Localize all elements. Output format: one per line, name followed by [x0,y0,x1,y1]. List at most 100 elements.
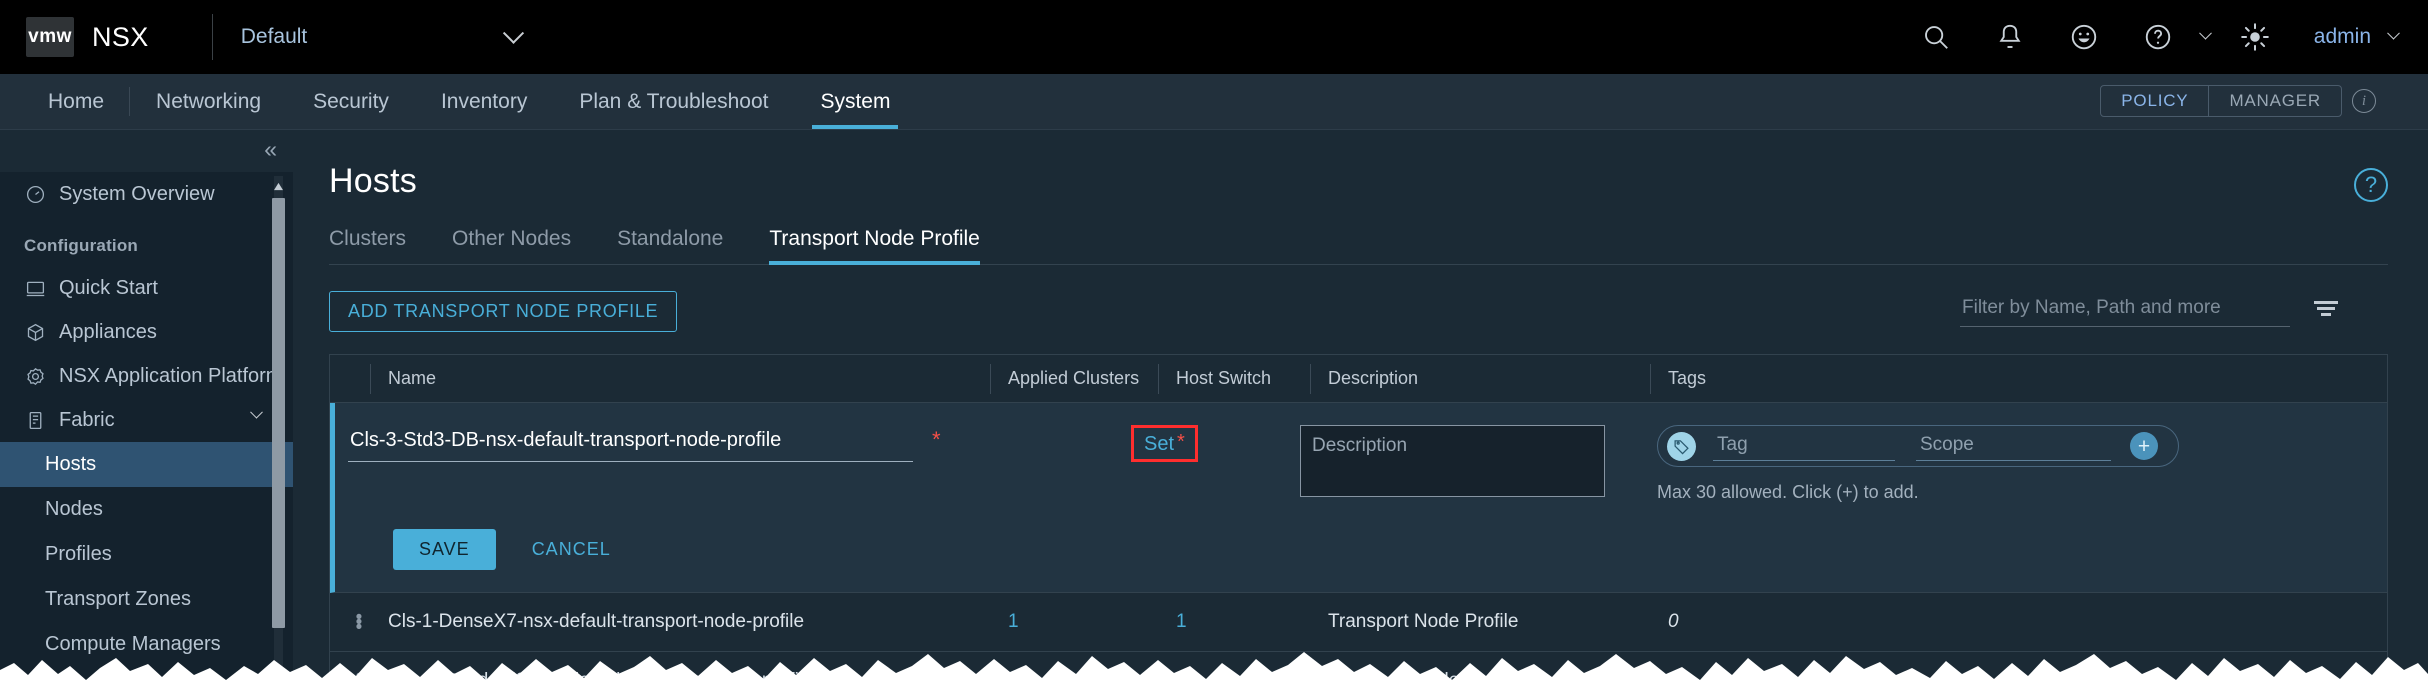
save-button[interactable]: SAVE [393,529,496,570]
table-header-row: Name Applied Clusters Host Switch Descri… [330,355,2387,403]
sidebar-item-label: Appliances [59,320,157,343]
table-header-applied-clusters[interactable]: Applied Clusters [990,355,1158,403]
dashboard-icon [24,183,46,205]
sidebar-item-label: Quick Start [59,276,158,299]
name-field-group: * [335,425,990,503]
search-icon[interactable] [1899,0,1973,74]
tab-transport-node-profile[interactable]: Transport Node Profile [769,227,1001,265]
bell-icon[interactable] [1973,0,2047,74]
filter-icon[interactable] [2312,298,2340,323]
add-tag-button[interactable]: + [2130,432,2158,460]
help-menu[interactable] [2121,0,2218,74]
page-help-icon[interactable]: ? [2354,168,2388,202]
edit-row-fields: * Set * [335,403,2387,503]
sidebar-item-nodes[interactable]: Nodes [0,487,293,532]
nav-item-home[interactable]: Home [22,74,131,129]
manager-mode-button[interactable]: MANAGER [2208,86,2341,116]
user-name-label: admin [2313,25,2371,48]
host-switch-cell: Set * [990,425,1300,503]
nav-item-security[interactable]: Security [287,74,415,129]
row-menu-icon[interactable]: • • • [330,608,370,637]
table-header-host-switch[interactable]: Host Switch [1158,355,1310,403]
top-header-bar: vmw NSX Default admin [0,0,2428,74]
scroll-up-arrow-icon[interactable] [273,178,284,194]
header-divider [211,14,213,60]
sidebar-item-quick-start[interactable]: Quick Start [0,266,293,310]
sidebar-collapse-row: « [0,130,293,172]
nav-item-plan-troubleshoot[interactable]: Plan & Troubleshoot [553,74,794,129]
transport-node-profile-table: Name Applied Clusters Host Switch Descri… [329,354,2388,686]
table-header-description[interactable]: Description [1310,355,1650,403]
sidebar-item-hosts[interactable]: Hosts [0,442,293,487]
sidebar-item-transport-zones[interactable]: Transport Zones [0,577,293,622]
table-row-editing: * Set * [330,403,2387,593]
row-applied-clusters[interactable]: 1 [990,611,1158,633]
scrollbar-thumb[interactable] [272,198,285,628]
main-content: Hosts ? Clusters Other Nodes Standalone … [293,130,2428,686]
description-textarea[interactable] [1300,425,1605,497]
profile-name-input[interactable] [348,425,913,462]
sidebar-item-compute-managers[interactable]: Compute Managers [0,622,293,667]
context-selector-label: Default [240,25,308,48]
row-name: Cls-2-Standard3-nsx-default-transport-no… [388,670,814,686]
edit-row-actions: SAVE CANCEL [393,529,617,570]
primary-navigation: Home Networking Security Inventory Plan … [0,74,2428,130]
table-header-tags[interactable]: Tags [1650,355,2387,403]
set-host-switch-button[interactable]: Set * [1131,425,1198,462]
sidebar-group-configuration: Configuration [24,236,139,255]
add-transport-node-profile-button[interactable]: ADD TRANSPORT NODE PROFILE [329,291,678,332]
tag-input[interactable] [1713,431,1895,461]
table-row[interactable]: • • • Cls-2-Standard3-nsx-default-transpor… [330,652,2387,686]
nav-item-networking[interactable]: Networking [130,74,287,129]
chevron-down-icon [502,22,524,44]
box-icon [24,321,46,343]
row-host-switch[interactable]: 1 [1158,611,1310,633]
chevron-down-icon [250,405,263,419]
sidebar-item-profiles[interactable]: Profiles [0,532,293,577]
nav-item-inventory[interactable]: Inventory [415,74,553,129]
policy-mode-button[interactable]: POLICY [2101,86,2208,116]
nsx-application-window: vmw NSX Default admin Home Networking Se… [0,0,2428,686]
policy-manager-toggle: POLICY MANAGER i [2100,85,2376,117]
cancel-button[interactable]: CANCEL [526,529,617,570]
kebab-icon[interactable]: • • • [348,667,370,686]
body-container: « System Overview Configuration Quick St… [0,130,2428,686]
sidebar-item-fabric[interactable]: Fabric [0,398,293,442]
scope-input[interactable] [1916,431,2111,461]
row-applied-clusters[interactable]: 1 [990,670,1158,686]
page-title: Hosts [329,162,417,200]
tab-standalone[interactable]: Standalone [617,227,745,264]
table-header-name[interactable]: Name [370,355,990,403]
nav-item-system[interactable]: System [794,74,916,129]
sidebar-item-nsx-application-platform[interactable]: NSX Application Platform [0,354,293,398]
kebab-icon[interactable]: • • • [348,608,370,637]
tag-hint-text: Max 30 allowed. Click (+) to add. [1657,482,1919,502]
row-host-switch[interactable]: 1 [1158,670,1310,686]
tags-cell: + Max 30 allowed. Click (+) to add. [1640,425,2387,503]
product-name: NSX [92,21,149,52]
smiley-icon[interactable] [2047,0,2121,74]
tab-clusters[interactable]: Clusters [329,227,428,264]
user-menu[interactable]: admin [2313,25,2400,49]
filter-input[interactable] [1960,293,2290,327]
row-tags: 0 [1668,611,1679,632]
row-description: Transport Node Profile [1328,670,1519,686]
table-row[interactable]: • • • Cls-1-DenseX7-nsx-default-transport-… [330,593,2387,652]
row-menu-icon[interactable]: • • • [330,667,370,686]
description-cell [1300,425,1640,503]
info-icon[interactable]: i [2352,89,2376,113]
context-selector[interactable]: Default [240,22,524,49]
tab-other-nodes[interactable]: Other Nodes [452,227,593,264]
sidebar-item-appliances[interactable]: Appliances [0,310,293,354]
table-header-handle [330,355,370,403]
chevron-down-icon [2387,26,2400,40]
sidebar-scroll-area: System Overview Configuration Quick Star… [0,172,293,686]
brightness-icon[interactable] [2218,0,2292,74]
collapse-sidebar-icon[interactable]: « [264,138,277,161]
sidebar-scrollbar[interactable] [272,176,285,686]
help-icon[interactable] [2121,0,2195,74]
filter-area [1960,293,2340,327]
sidebar-item-system-overview[interactable]: System Overview [0,172,293,216]
monitor-icon [24,277,46,299]
sidebar-item-label: System Overview [59,182,215,205]
